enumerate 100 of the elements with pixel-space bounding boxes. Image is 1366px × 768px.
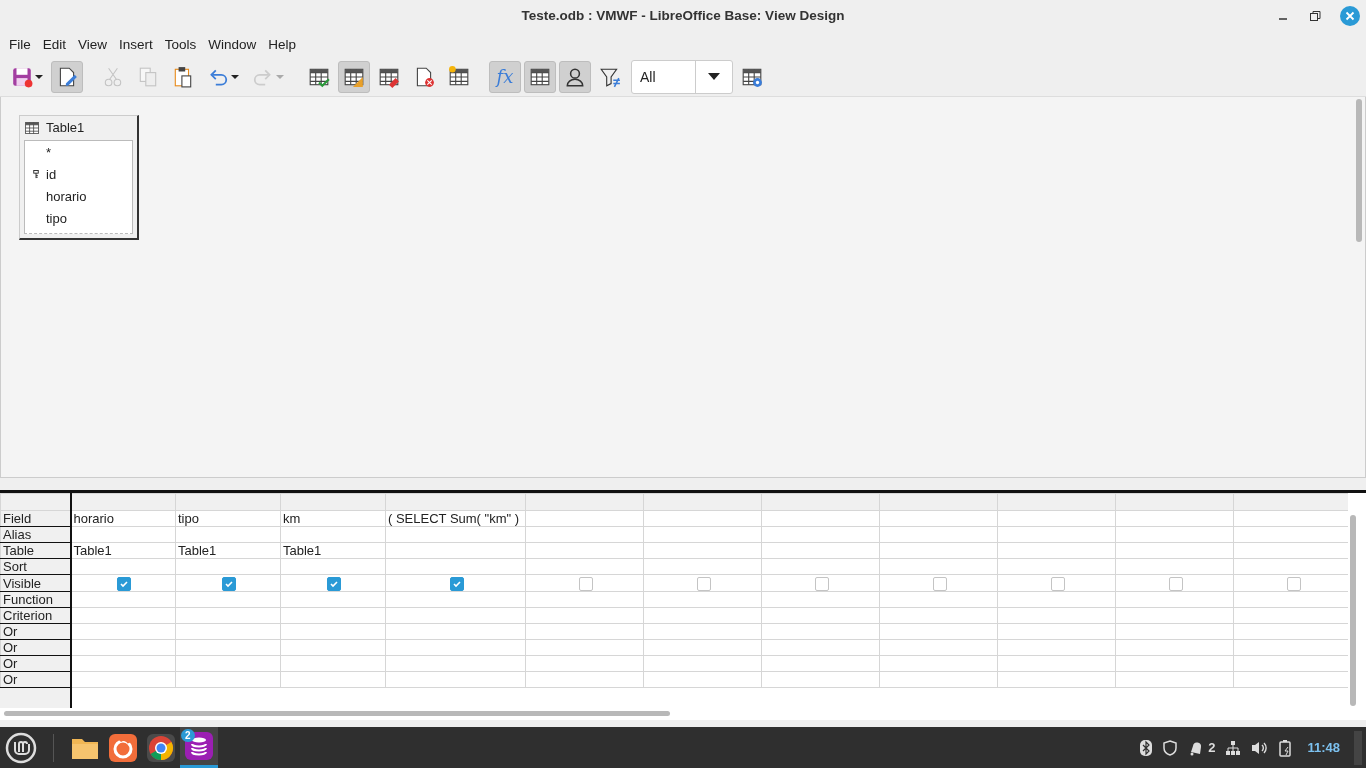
grid-cell[interactable] — [70, 574, 176, 592]
close-icon[interactable] — [1340, 6, 1360, 26]
grid-cell[interactable] — [643, 542, 762, 559]
column-header[interactable] — [175, 493, 281, 511]
grid-cell[interactable] — [643, 574, 762, 592]
grid-cell[interactable] — [761, 591, 880, 608]
field-name[interactable]: horario — [46, 189, 87, 205]
field-cell[interactable]: ( SELECT Sum( "km" ) — [388, 511, 520, 526]
visible-checkbox[interactable] — [117, 576, 132, 591]
visible-checkbox[interactable] — [222, 576, 236, 591]
grid-cell[interactable] — [70, 639, 176, 656]
grid-cell[interactable] — [70, 655, 176, 672]
grid-cell[interactable] — [997, 591, 1116, 608]
grid-cell[interactable] — [175, 558, 281, 575]
shield-icon[interactable] — [1162, 739, 1179, 756]
grid-cell[interactable] — [1115, 607, 1234, 624]
grid-cell[interactable] — [997, 558, 1116, 575]
grid-cell[interactable] — [280, 671, 386, 688]
grid-cell[interactable] — [70, 558, 176, 575]
grid-cell[interactable] — [175, 639, 281, 656]
grid-cell[interactable] — [997, 542, 1116, 559]
grid-cell[interactable] — [175, 655, 281, 672]
grid-cell[interactable] — [761, 510, 880, 527]
grid-cell[interactable] — [997, 623, 1116, 640]
grid-cell[interactable]: tipo — [175, 510, 281, 527]
grid-cell[interactable] — [997, 510, 1116, 527]
grid-cell[interactable] — [997, 639, 1116, 656]
grid-cell[interactable] — [1115, 623, 1234, 640]
restore-icon[interactable] — [1308, 9, 1322, 23]
grid-cell[interactable] — [761, 526, 880, 543]
grid-cell[interactable] — [879, 558, 998, 575]
grid-cell[interactable] — [1115, 655, 1234, 672]
grid-cell[interactable] — [525, 671, 644, 688]
grid-cell[interactable] — [70, 671, 176, 688]
grid-cell[interactable] — [761, 558, 880, 575]
grid-cell[interactable] — [280, 639, 386, 656]
scrollbar-thumb[interactable] — [1356, 98, 1362, 242]
grid-cell[interactable] — [643, 623, 762, 640]
grid-cell[interactable] — [879, 591, 998, 608]
grid-cell[interactable] — [997, 655, 1116, 672]
menu-item[interactable]: View — [72, 37, 114, 53]
edit-mode-button[interactable] — [51, 60, 83, 93]
volume-icon[interactable] — [1251, 739, 1270, 756]
grid-cell[interactable] — [761, 639, 880, 656]
column-header[interactable] — [280, 493, 386, 511]
grid-cell[interactable] — [525, 623, 644, 640]
menu-item[interactable]: Help — [262, 37, 303, 53]
grid-cell[interactable] — [761, 655, 880, 672]
grid-cell[interactable] — [385, 607, 526, 624]
table-window[interactable]: Table1 * id horario tipo — [19, 114, 139, 240]
grid-cell[interactable] — [70, 591, 176, 608]
grid-cell[interactable] — [280, 558, 386, 575]
grid-cell[interactable] — [385, 574, 526, 592]
bluetooth-icon[interactable] — [1140, 739, 1153, 756]
limit-dropdown[interactable]: All — [631, 59, 733, 94]
grid-cell[interactable] — [525, 574, 644, 592]
grid-cell[interactable] — [879, 542, 998, 559]
grid-cell[interactable] — [761, 607, 880, 624]
grid-cell[interactable] — [879, 655, 998, 672]
grid-cell[interactable] — [385, 558, 526, 575]
column-header[interactable] — [879, 493, 998, 511]
grid-cell[interactable] — [175, 591, 281, 608]
visible-checkbox[interactable] — [1050, 576, 1065, 591]
grid-cell[interactable] — [643, 591, 762, 608]
grid-cell[interactable] — [1115, 526, 1234, 543]
grid-cell[interactable] — [643, 526, 762, 543]
grid-cell[interactable] — [997, 526, 1116, 543]
table-name-button[interactable] — [524, 60, 556, 93]
grid-cell[interactable] — [761, 542, 880, 559]
grid-cell[interactable] — [643, 607, 762, 624]
network-icon[interactable] — [1225, 739, 1242, 756]
column-header[interactable] — [997, 493, 1116, 511]
field-cell[interactable]: horario — [73, 511, 114, 526]
grid-cell[interactable] — [879, 574, 998, 592]
grid-cell[interactable] — [997, 671, 1116, 688]
grid-cell[interactable] — [1115, 574, 1234, 592]
design-view-button[interactable] — [338, 60, 370, 93]
grid-cell[interactable] — [385, 655, 526, 672]
menu-item[interactable]: File — [3, 37, 37, 53]
grid-cell[interactable] — [70, 607, 176, 624]
alias-button[interactable] — [559, 60, 591, 93]
grid-cell[interactable] — [280, 526, 386, 543]
grid-cell[interactable] — [525, 607, 644, 624]
grid-cell[interactable] — [1115, 542, 1234, 559]
menu-item[interactable]: Edit — [36, 37, 73, 53]
column-header[interactable] — [643, 493, 762, 511]
grid-cell[interactable] — [70, 623, 176, 640]
column-header[interactable] — [385, 493, 526, 511]
field-cell[interactable]: km — [283, 511, 301, 526]
grid-cell[interactable]: km — [280, 510, 386, 527]
visible-checkbox[interactable] — [1286, 576, 1301, 591]
grid-cell[interactable] — [997, 607, 1116, 624]
grid-cell[interactable] — [525, 510, 644, 527]
grid-cell[interactable] — [175, 671, 281, 688]
column-header[interactable] — [70, 493, 176, 511]
visible-checkbox[interactable] — [578, 576, 593, 591]
grid-cell[interactable] — [761, 671, 880, 688]
column-header[interactable] — [525, 493, 644, 511]
grid-cell[interactable] — [70, 526, 176, 543]
grid-cell[interactable] — [525, 655, 644, 672]
